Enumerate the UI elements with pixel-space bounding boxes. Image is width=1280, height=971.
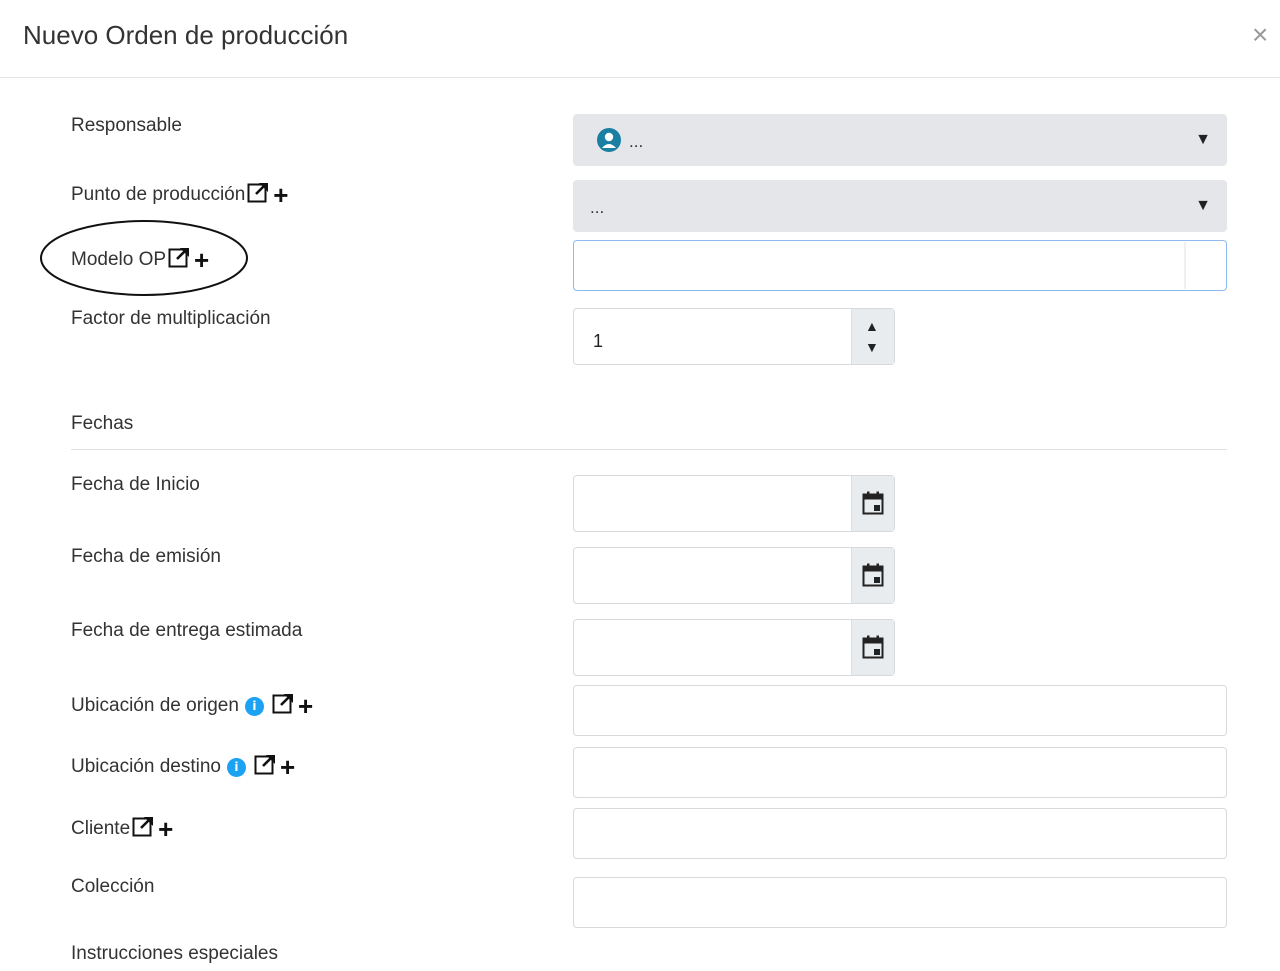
calendar-button[interactable] bbox=[851, 620, 894, 675]
punto-produccion-value: ... bbox=[590, 198, 605, 217]
coleccion-label-text: Colección bbox=[71, 876, 155, 897]
fecha-emision-label-text: Fecha de emisión bbox=[71, 546, 221, 567]
modelo-op-input[interactable] bbox=[573, 240, 1227, 291]
fechas-section-label: Fechas bbox=[71, 413, 134, 434]
cliente-label-text: Cliente bbox=[71, 818, 131, 839]
close-icon[interactable]: × bbox=[1252, 20, 1268, 50]
coleccion-input[interactable] bbox=[573, 877, 1227, 928]
add-icon[interactable]: + bbox=[158, 816, 173, 842]
punto-produccion-select[interactable]: ... ▼ bbox=[573, 180, 1227, 232]
ubicacion-destino-label-text: Ubicación destino bbox=[71, 756, 221, 777]
punto-produccion-label: Punto de producción + bbox=[71, 181, 288, 209]
factor-label: Factor de multiplicación bbox=[71, 308, 271, 330]
external-link-icon[interactable] bbox=[132, 815, 156, 843]
add-icon[interactable]: + bbox=[280, 754, 295, 780]
ubicacion-destino-label: Ubicación destino i + bbox=[71, 753, 295, 781]
fecha-entrega-label-text: Fecha de entrega estimada bbox=[71, 620, 303, 641]
input-divider bbox=[1184, 242, 1186, 289]
ubicacion-destino-input[interactable] bbox=[573, 747, 1227, 798]
factor-value: 1 bbox=[593, 331, 604, 351]
cliente-input[interactable] bbox=[573, 808, 1227, 859]
responsable-label: Responsable bbox=[71, 115, 182, 137]
fecha-entrega-input[interactable] bbox=[573, 619, 895, 676]
ubicacion-origen-input[interactable] bbox=[573, 685, 1227, 736]
cliente-label: Cliente + bbox=[71, 815, 173, 843]
dialog-header: Nuevo Orden de producción × bbox=[0, 0, 1280, 78]
calendar-button[interactable] bbox=[851, 548, 894, 603]
instrucciones-label: Instrucciones especiales bbox=[71, 943, 278, 965]
coleccion-label: Colección bbox=[71, 876, 154, 898]
section-divider bbox=[71, 449, 1227, 450]
fecha-entrega-label: Fecha de entrega estimada bbox=[71, 620, 302, 642]
fecha-inicio-input[interactable] bbox=[573, 475, 895, 532]
increment-icon[interactable]: ▲ bbox=[865, 318, 879, 334]
instrucciones-label-text: Instrucciones especiales bbox=[71, 943, 278, 964]
add-icon[interactable]: + bbox=[273, 182, 288, 208]
factor-label-text: Factor de multiplicación bbox=[71, 308, 271, 329]
responsable-label-text: Responsable bbox=[71, 115, 182, 136]
calendar-icon bbox=[862, 491, 884, 515]
calendar-icon bbox=[862, 635, 884, 659]
calendar-icon bbox=[862, 563, 884, 587]
external-link-icon[interactable] bbox=[254, 753, 278, 781]
fecha-emision-input[interactable] bbox=[573, 547, 895, 604]
user-icon bbox=[597, 128, 621, 152]
section-title: Fechas bbox=[71, 413, 133, 435]
fecha-inicio-label-text: Fecha de Inicio bbox=[71, 474, 200, 495]
fecha-inicio-label: Fecha de Inicio bbox=[71, 474, 200, 496]
responsable-value: ... bbox=[629, 132, 644, 151]
responsable-select[interactable]: ... ▼ bbox=[573, 114, 1227, 166]
decrement-icon[interactable]: ▼ bbox=[865, 339, 879, 355]
factor-number-input[interactable]: 1 ▲ ▼ bbox=[573, 308, 895, 365]
chevron-down-icon: ▼ bbox=[1195, 197, 1211, 214]
dialog-title: Nuevo Orden de producción bbox=[23, 20, 349, 50]
fecha-emision-label: Fecha de emisión bbox=[71, 546, 221, 568]
calendar-button[interactable] bbox=[851, 476, 894, 531]
ubicacion-origen-label: Ubicación de origen i + bbox=[71, 692, 313, 720]
punto-produccion-label-text: Punto de producción bbox=[71, 184, 246, 205]
external-link-icon[interactable] bbox=[247, 181, 271, 209]
annotation-ellipse bbox=[40, 220, 248, 296]
info-icon[interactable]: i bbox=[244, 696, 264, 716]
external-link-icon[interactable] bbox=[272, 692, 296, 720]
ubicacion-origen-label-text: Ubicación de origen bbox=[71, 695, 239, 716]
chevron-down-icon: ▼ bbox=[1195, 131, 1211, 148]
info-icon[interactable]: i bbox=[226, 757, 246, 777]
quantity-stepper[interactable]: ▲ ▼ bbox=[851, 309, 894, 364]
add-icon[interactable]: + bbox=[298, 693, 313, 719]
